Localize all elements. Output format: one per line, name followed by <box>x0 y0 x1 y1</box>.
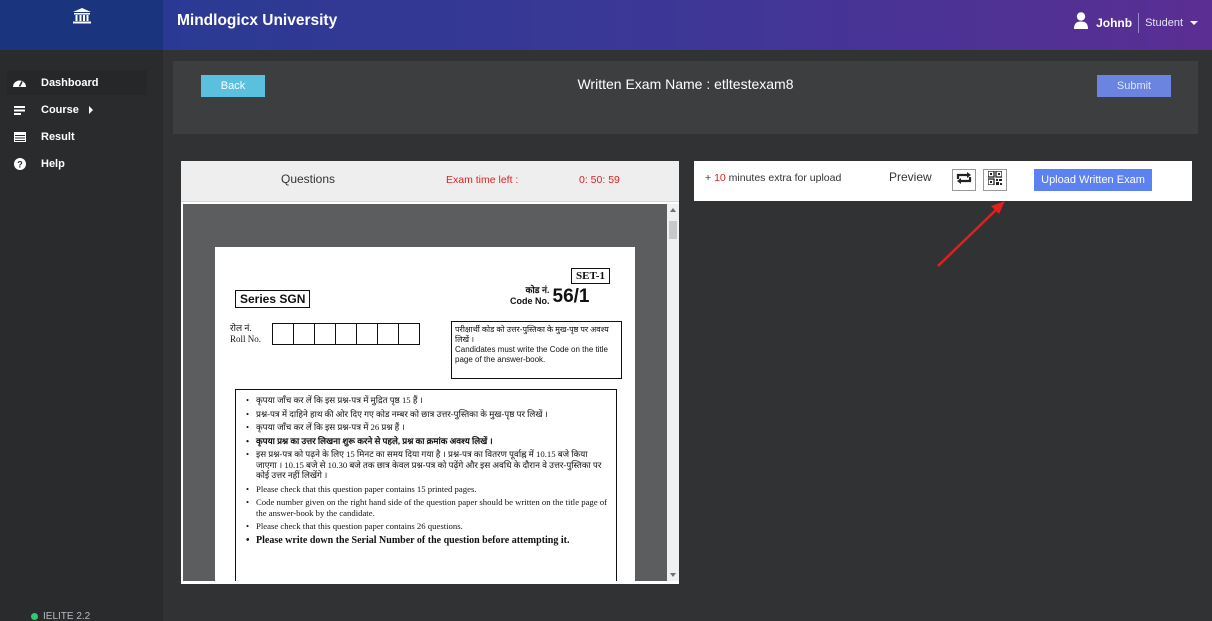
instruction-item: • कृपया जाँच कर लें कि इस प्रश्न-पत्र में… <box>246 422 405 432</box>
extra-minutes: 10 <box>714 172 726 184</box>
user-divider <box>1138 13 1140 33</box>
instruction-item: • Please check that this question paper c… <box>246 521 463 531</box>
roll-box <box>272 323 294 345</box>
sidebar-item-course[interactable]: Course <box>7 97 147 122</box>
scroll-down-icon[interactable] <box>670 573 676 577</box>
questions-panel: Questions Exam time left : 0: 50: 59 SET… <box>181 161 679 584</box>
sidebar-item-help[interactable]: ? Help <box>7 151 147 176</box>
instruction-item: • Code number given on the right hand sid… <box>246 497 608 518</box>
sidebar-item-dashboard[interactable]: Dashboard <box>7 70 147 95</box>
exam-title: Written Exam Name : etltestexam8 <box>577 76 794 92</box>
code-note-hindi: परीक्षार्थी कोड को उत्तर-पुस्तिका के मुख… <box>455 325 609 344</box>
code-note-english: Candidates must write the Code on the ti… <box>455 345 608 364</box>
dashboard-gauge-icon <box>13 76 26 89</box>
extra-suffix: minutes extra for upload <box>725 172 842 184</box>
viewer-scrollbar[interactable] <box>667 204 679 581</box>
upload-panel: + 10 minutes extra for upload Preview Up… <box>694 161 1192 201</box>
chevron-right-icon <box>88 105 93 114</box>
brand-title: Mindlogicx University <box>177 12 338 29</box>
code-label-hindi: कोड नं. <box>525 285 550 295</box>
qr-code-icon <box>987 169 1003 190</box>
extra-prefix: + <box>705 172 715 184</box>
instruction-item: • प्रश्न-पत्र में दाहिने हाथ की ओर दिए गए… <box>246 408 548 419</box>
main-content: Back Written Exam Name : etltestexam8 Su… <box>163 50 1212 621</box>
user-name[interactable]: Johnb <box>1096 16 1132 30</box>
code-note-box: परीक्षार्थी कोड को उत्तर-पुस्तिका के मुख… <box>451 321 622 379</box>
user-icon <box>1074 12 1089 34</box>
code-label-english: Code No. <box>510 296 550 306</box>
help-question-icon: ? <box>13 157 26 170</box>
roll-box <box>293 323 315 345</box>
roll-box <box>314 323 336 345</box>
timer-value: 0: 50: 59 <box>579 174 620 186</box>
status-dot-icon <box>31 613 38 620</box>
qr-code-button[interactable] <box>983 169 1007 191</box>
svg-text:?: ? <box>17 159 23 169</box>
questions-header: Questions Exam time left : 0: 50: 59 <box>181 161 679 202</box>
roll-box <box>356 323 378 345</box>
timer-label: Exam time left : <box>446 174 519 186</box>
list-icon <box>13 103 26 116</box>
instructions-box: • कृपया जाँच कर लें कि इस प्रश्न-पत्र में… <box>235 389 617 581</box>
user-menu[interactable]: Johnb Student <box>1074 12 1198 34</box>
roll-number-label: रोल नं. Roll No. <box>230 323 261 345</box>
roll-number-boxes <box>272 323 420 345</box>
version-indicator: IELITE 2.2 <box>31 611 90 621</box>
top-bar: Mindlogicx University Johnb Student <box>0 0 1212 50</box>
exam-header-panel: Back Written Exam Name : etltestexam8 Su… <box>173 61 1198 134</box>
chevron-down-icon[interactable] <box>1190 21 1198 25</box>
code-number: कोड नं. Code No. 56/1 <box>510 285 589 307</box>
roll-box <box>377 323 399 345</box>
set-label: SET-1 <box>571 268 610 284</box>
questions-title: Questions <box>281 172 336 186</box>
university-building-icon <box>72 8 91 29</box>
instruction-item: • कृपया जाँच कर लें कि इस प्रश्न-पत्र में… <box>246 395 423 405</box>
rotate-button[interactable] <box>952 169 976 191</box>
series-label: Series SGN <box>235 290 311 308</box>
result-table-icon <box>13 130 26 143</box>
logo-area[interactable] <box>0 0 163 50</box>
roll-box <box>335 323 357 345</box>
roll-box <box>398 323 420 345</box>
roll-label-hindi: रोल नं. <box>230 323 252 333</box>
preview-label: Preview <box>889 170 932 184</box>
scroll-up-icon[interactable] <box>670 208 676 212</box>
instruction-item: • Please write down the Serial Number of … <box>246 534 570 546</box>
question-paper-page: SET-1 Series SGN कोड नं. Code No. 56/1 र… <box>215 247 635 581</box>
rotate-refresh-icon <box>956 171 972 189</box>
sidebar-item-label: Result <box>41 130 75 143</box>
sidebar-item-label: Dashboard <box>41 76 99 89</box>
sidebar-item-label: Help <box>41 157 65 170</box>
extra-time-note: + 10 minutes extra for upload <box>705 172 841 184</box>
sidebar-item-label: Course <box>41 103 79 116</box>
instruction-item: • इस प्रश्न-पत्र को पढ़ने के लिए 15 मिनट … <box>246 449 602 480</box>
brand-bar: Mindlogicx University Johnb Student <box>163 0 1212 50</box>
instruction-item: • Please check that this question paper c… <box>246 483 477 494</box>
sidebar: Dashboard Course Result ? Help IELITE 2.… <box>0 50 163 621</box>
version-label: IELITE 2.2 <box>43 611 91 621</box>
code-value: 56/1 <box>552 286 590 307</box>
roll-label-english: Roll No. <box>230 334 262 344</box>
scrollbar-thumb[interactable] <box>669 221 677 239</box>
instruction-item: • कृपया प्रश्न का उत्तर लिखना शुरू करने स… <box>246 435 493 446</box>
user-role[interactable]: Student <box>1145 17 1183 29</box>
submit-button[interactable]: Submit <box>1097 75 1171 97</box>
sidebar-item-result[interactable]: Result <box>7 124 147 149</box>
question-paper-viewer[interactable]: SET-1 Series SGN कोड नं. Code No. 56/1 र… <box>183 204 679 581</box>
upload-written-exam-button[interactable]: Upload Written Exam <box>1034 169 1152 191</box>
